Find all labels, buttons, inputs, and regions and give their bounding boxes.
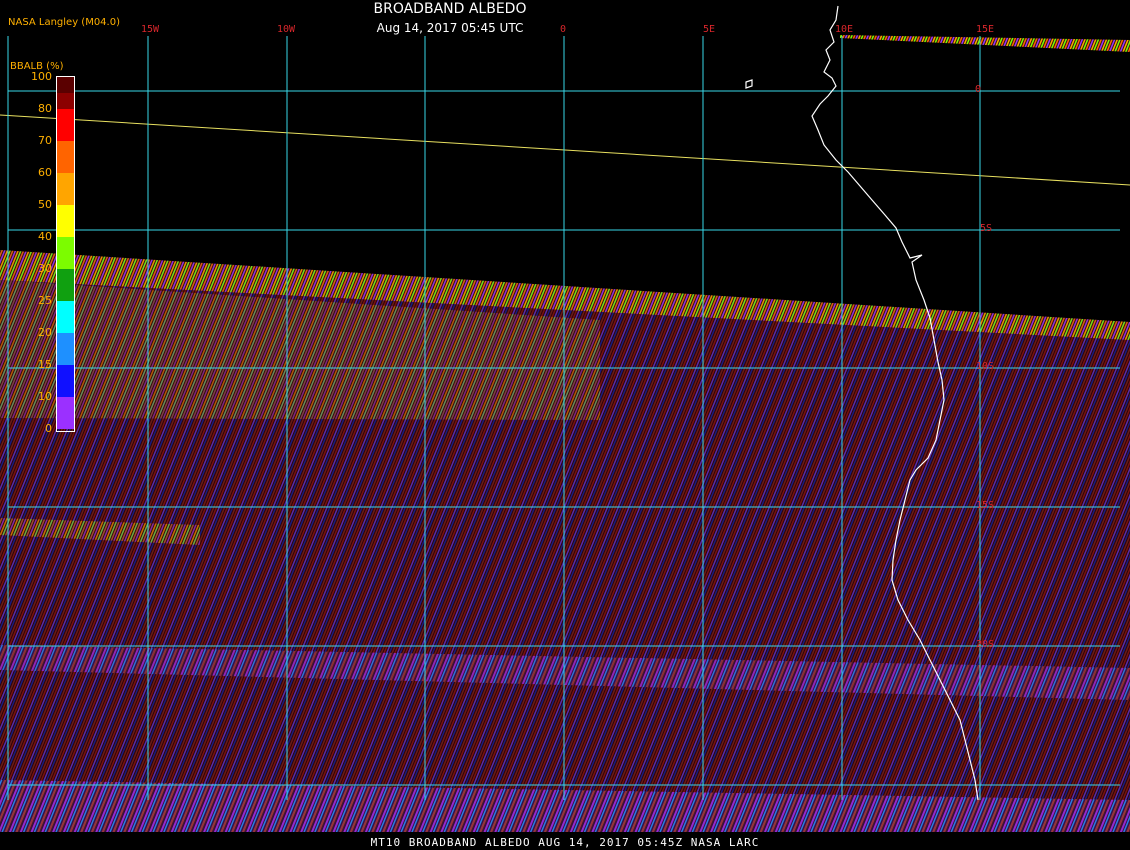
albedo-map — [0, 5, 1130, 832]
lon-label: 5E — [703, 24, 716, 35]
colorbar-swatch-1 — [57, 77, 74, 93]
swath-edge-ne — [840, 35, 1130, 52]
colorbar-swatch-8 — [57, 269, 74, 301]
island — [745, 79, 753, 89]
colorbar-label: 20 — [38, 326, 52, 339]
colorbar-label: 70 — [38, 134, 52, 147]
map-title: BROADBAND ALBEDO — [373, 1, 527, 17]
colorbar-swatch-11 — [57, 365, 74, 397]
lat-label: 15S — [976, 500, 995, 511]
colorbar-label: 40 — [38, 230, 52, 243]
lon-label: 0 — [560, 24, 567, 35]
map-datetime: Aug 14, 2017 05:45 UTC — [376, 21, 524, 35]
colorbar-title: BBALB (%) — [10, 61, 64, 72]
colorbar-label: 60 — [38, 166, 52, 179]
colorbar-label: 15 — [38, 358, 52, 371]
lon-label: 15E — [976, 24, 995, 35]
colorbar-swatch-9 — [57, 301, 74, 333]
colorbar-label: 0 — [45, 422, 52, 435]
lon-label: 15W — [141, 24, 160, 35]
colorbar-swatch-6 — [57, 205, 74, 237]
colorbar-label: 80 — [38, 102, 52, 115]
lat-label: 5S — [980, 223, 993, 234]
colorbar-swatch-5 — [57, 173, 74, 205]
credit-label: NASA Langley (M04.0) — [8, 17, 120, 28]
colorbar-label: 50 — [38, 198, 52, 211]
swath-edge-line — [0, 114, 1130, 186]
lat-label: 0 — [975, 84, 982, 95]
lat-label: 20S — [976, 639, 995, 650]
lon-label: 10W — [277, 24, 296, 35]
lon-label: 10E — [835, 24, 854, 35]
colorbar-swatch-7 — [57, 237, 74, 269]
colorbar-swatch-4 — [57, 141, 74, 173]
colorbar-swatch-2 — [57, 93, 74, 109]
footer-caption: MT10 BROADBAND ALBEDO AUG 14, 2017 05:45… — [370, 836, 760, 849]
colorbar-label: 10 — [38, 390, 52, 403]
colorbar-swatch-10 — [57, 333, 74, 365]
colorbar-swatch-12 — [57, 397, 74, 429]
lat-label: 10S — [976, 361, 995, 372]
colorbar-swatch-3 — [57, 109, 74, 141]
colorbar-label: 25 — [38, 294, 52, 307]
colorbar-label: 30 — [38, 262, 52, 275]
